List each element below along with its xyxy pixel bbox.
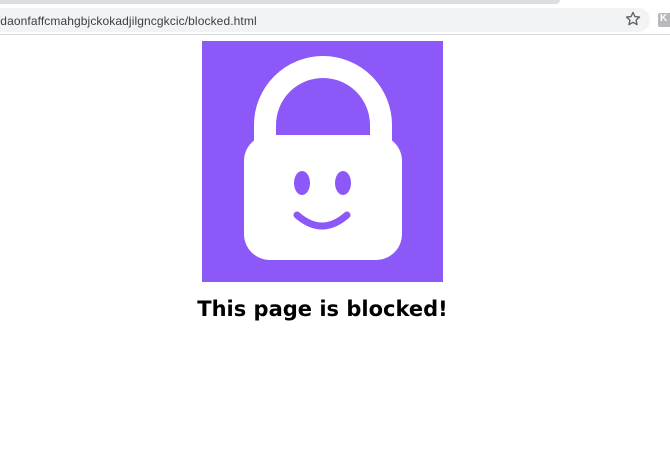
blocked-message: This page is blocked! bbox=[197, 297, 448, 321]
active-tab-edge[interactable] bbox=[0, 0, 560, 4]
star-icon[interactable] bbox=[624, 10, 642, 28]
extension-letter: K bbox=[660, 13, 668, 24]
url-text[interactable]: ://daonfaffcmahgbjckokadjilgncgkcic/bloc… bbox=[0, 14, 257, 28]
smiling-lock-icon bbox=[244, 56, 402, 260]
page-content: This page is blocked! bbox=[0, 35, 670, 450]
blocked-image bbox=[202, 41, 443, 282]
browser-toolbar: ://daonfaffcmahgbjckokadjilgncgkcic/bloc… bbox=[0, 6, 670, 35]
address-bar[interactable]: ://daonfaffcmahgbjckokadjilgncgkcic/bloc… bbox=[0, 8, 650, 32]
extension-icon[interactable]: K bbox=[658, 13, 670, 27]
